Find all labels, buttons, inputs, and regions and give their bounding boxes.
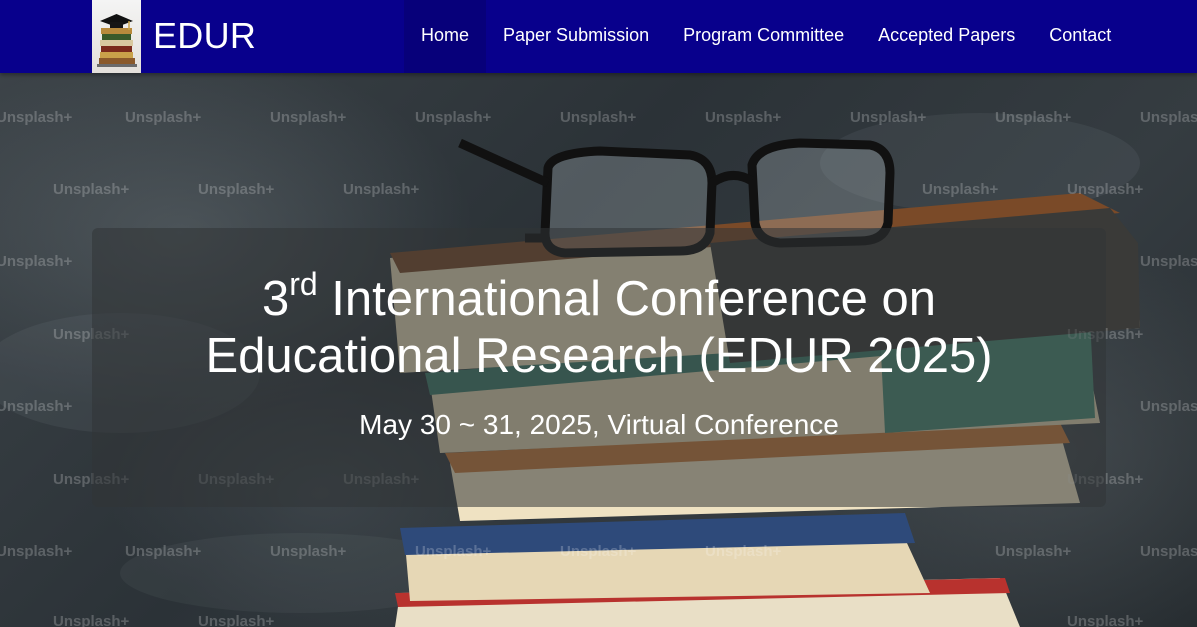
nav-program-committee[interactable]: Program Committee (666, 0, 861, 73)
nav-contact[interactable]: Contact (1032, 0, 1128, 73)
hero-banner: Unsplash+ Unsplash+ Unsplash+ Unsplash+ … (0, 73, 1197, 627)
watermark: Unsplash+ (560, 109, 637, 126)
watermark: Unsplash+ (415, 543, 492, 560)
watermark: Unsplash+ (0, 543, 73, 560)
watermark: Unsplash+ (995, 543, 1072, 560)
top-navbar: EDUR Home Paper Submission Program Commi… (0, 0, 1197, 73)
graduation-cap-books-logo-icon (97, 14, 137, 67)
watermark: Unsplash+ (270, 543, 347, 560)
watermark: Unsplash+ (560, 543, 637, 560)
watermark: Unsplash+ (0, 109, 73, 126)
watermark: Unsplash+ (53, 613, 130, 627)
watermark: Unsplash+ (705, 109, 782, 126)
watermark: Unsplash+ (125, 543, 202, 560)
watermark: Unsplash+ (198, 613, 275, 627)
watermark: Unsplash+ (995, 109, 1072, 126)
watermark: Unsplash+ (343, 181, 420, 198)
watermark: Unsplash+ (53, 181, 130, 198)
watermark: Unsplash+ (125, 109, 202, 126)
title-line-2: Educational Research (EDUR 2025) (205, 329, 993, 383)
watermark: Unsplash+ (0, 398, 73, 415)
watermark: Unsplash+ (1067, 181, 1144, 198)
nav-accepted-papers[interactable]: Accepted Papers (861, 0, 1032, 73)
watermark: Unsplash+ (270, 109, 347, 126)
watermark: Unsplash+ (198, 181, 275, 198)
title-line-1: International Conference on (317, 272, 937, 326)
watermark: Unsplash+ (0, 253, 73, 270)
conference-title: 3rd International Conference on Educatio… (92, 268, 1106, 385)
title-ordinal-number: 3 (261, 272, 290, 326)
watermark: Unsplash+ (850, 109, 927, 126)
brand-title[interactable]: EDUR (153, 14, 256, 58)
watermark: Unsplash+ (1067, 613, 1144, 627)
watermark: Unsplash+ (1140, 543, 1197, 560)
watermark: Unsplash+ (1140, 253, 1197, 270)
edur-logo-image[interactable] (92, 0, 141, 73)
watermark: Unsplash+ (1140, 109, 1197, 126)
watermark: Unsplash+ (922, 181, 999, 198)
main-nav: Home Paper Submission Program Committee … (404, 0, 1128, 73)
conference-date-location: May 30 ~ 31, 2025, Virtual Conference (359, 409, 839, 440)
watermark: Unsplash+ (705, 543, 782, 560)
nav-paper-submission[interactable]: Paper Submission (486, 0, 666, 73)
nav-home[interactable]: Home (404, 0, 487, 73)
watermark: Unsplash+ (1140, 398, 1197, 415)
watermark: Unsplash+ (415, 109, 492, 126)
title-ordinal-suffix: rd (289, 266, 318, 302)
